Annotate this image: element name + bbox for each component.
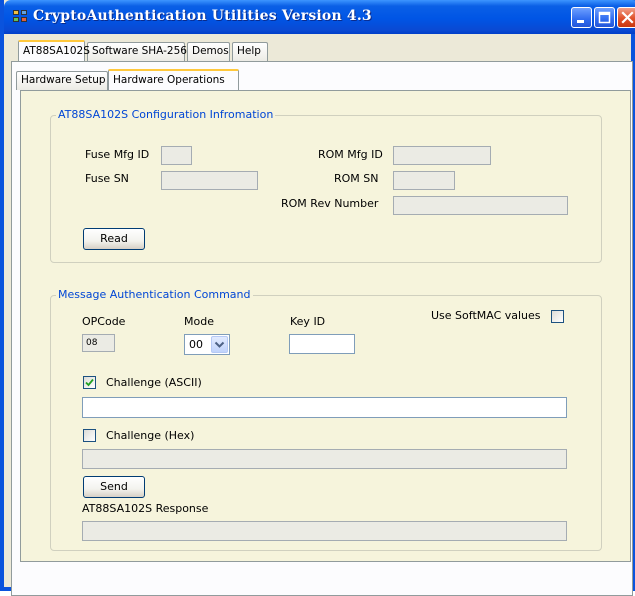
mac-group: Message Authentication Command OPCode 08… [50,288,602,551]
key-id-label: Key ID [290,315,326,328]
chevron-down-icon[interactable] [211,336,228,353]
rom-mfg-id-field [393,146,491,165]
tab-at88sa102s[interactable]: AT88SA102S [18,40,90,61]
mac-group-title: Message Authentication Command [56,288,253,301]
app-icon [13,10,29,24]
rom-rev-number-label: ROM Rev Number [281,197,379,210]
tab-hardware-setup[interactable]: Hardware Setup [16,71,108,90]
tab-label: Software SHA-256 [92,45,187,57]
maximize-button[interactable] [594,7,615,28]
challenge-hex-checkbox[interactable] [83,429,96,442]
mode-label: Mode [184,315,214,328]
challenge-ascii-label: Challenge (ASCII) [106,376,202,389]
rom-sn-label: ROM SN [334,172,379,185]
tab-help[interactable]: Help [232,42,268,61]
challenge-hex-field [82,449,567,469]
tab-demos[interactable]: Demos [187,42,230,61]
tab-label: Hardware Setup [21,74,106,86]
read-button[interactable]: Read [83,228,145,250]
fuse-sn-label: Fuse SN [85,172,129,185]
tab-label: Demos [192,45,229,57]
softmac-label: Use SoftMAC values [431,309,541,322]
config-group-title: AT88SA102S Configuration Infromation [56,108,276,121]
close-icon [621,11,634,24]
tab-label: Hardware Operations [113,74,225,86]
tab-label: Help [237,45,261,57]
close-button[interactable] [617,7,635,28]
tab-label: AT88SA102S [23,45,90,57]
rom-sn-field [393,171,455,190]
response-field [82,521,567,541]
minimize-icon [577,20,584,23]
config-group: AT88SA102S Configuration Infromation Fus… [50,108,602,263]
send-button[interactable]: Send [83,476,145,498]
hardware-operations-panel: AT88SA102S Configuration Infromation Fus… [20,90,631,562]
window-title: CryptoAuthentication Utilities Version 4… [33,8,372,24]
opcode-field: 08 [82,334,115,352]
challenge-ascii-input[interactable] [82,397,567,418]
tab-software-sha256[interactable]: Software SHA-256 [87,42,187,61]
rom-mfg-id-label: ROM Mfg ID [318,148,383,161]
tab-hardware-operations[interactable]: Hardware Operations [108,69,239,90]
title-bar[interactable]: CryptoAuthentication Utilities Version 4… [4,0,635,34]
fuse-mfg-id-label: Fuse Mfg ID [85,148,150,161]
fuse-mfg-id-field [161,146,192,165]
response-label: AT88SA102S Response [82,502,209,515]
rom-rev-number-field [393,196,568,215]
maximize-icon [598,11,611,24]
mode-dropdown[interactable]: 00 [184,334,230,355]
softmac-checkbox[interactable] [551,310,564,323]
app-window: CryptoAuthentication Utilities Version 4… [0,0,635,596]
opcode-label: OPCode [82,315,126,328]
fuse-sn-field [161,171,258,190]
key-id-input[interactable] [289,334,355,354]
check-icon [85,378,94,387]
challenge-hex-label: Challenge (Hex) [106,429,195,442]
challenge-ascii-checkbox[interactable] [83,376,96,389]
minimize-button[interactable] [571,7,592,28]
